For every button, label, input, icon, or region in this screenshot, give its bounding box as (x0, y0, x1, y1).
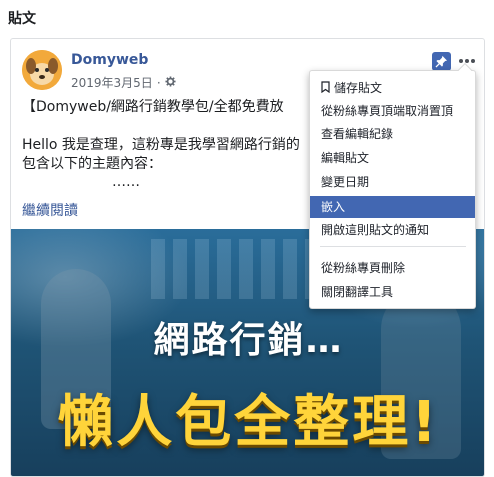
section-title: 貼文 (8, 11, 36, 27)
post-text-line: Hello 我是查理，這粉專是我學習網路行銷的 (22, 137, 300, 153)
meta-separator: · (156, 75, 161, 90)
menu-item-edit-history[interactable]: 查看編輯紀錄 (310, 123, 475, 145)
menu-item-change-date[interactable]: 變更日期 (310, 171, 475, 193)
menu-item-delete-from-page[interactable]: 從粉絲專頁刪除 (310, 257, 475, 279)
post-text-line: …… (112, 174, 140, 190)
page-name[interactable]: Domyweb (71, 52, 148, 68)
post-options-menu: 儲存貼文 從粉絲專頁頂端取消置頂 查看編輯紀錄 編輯貼文 變更日期 嵌入 開啟這… (309, 62, 476, 309)
post-date[interactable]: 2019年3月5日 (71, 74, 153, 91)
banner-headline: 網路行銷… (153, 320, 344, 361)
read-more-link[interactable]: 繼續閱讀 (22, 200, 78, 220)
menu-item-unpin[interactable]: 從粉絲專頁頂端取消置頂 (310, 100, 475, 122)
post-text-line: 包含以下的主題內容： (22, 156, 162, 172)
bookmark-icon (321, 78, 330, 100)
menu-item-embed[interactable]: 嵌入 (310, 196, 475, 218)
avatar[interactable] (22, 50, 62, 90)
menu-item-edit-post[interactable]: 編輯貼文 (310, 147, 475, 169)
post-text-line: 【Domyweb/網路行銷教學包/全都免費放 (22, 99, 284, 115)
post-meta: 2019年3月5日 · (71, 74, 176, 91)
more-dots-icon (459, 59, 475, 63)
menu-item-save-post[interactable]: 儲存貼文 (310, 77, 475, 99)
pinned-post-button[interactable] (432, 52, 451, 71)
banner-subheadline: 懶人包全整理! (57, 390, 440, 455)
pin-icon (435, 55, 448, 68)
gear-icon[interactable] (165, 75, 176, 90)
dog-logo-icon (22, 50, 62, 90)
menu-item-label: 儲存貼文 (334, 81, 383, 95)
menu-item-turn-on-notifications[interactable]: 開啟這則貼文的通知 (310, 219, 475, 241)
menu-divider (320, 246, 466, 247)
menu-item-disable-translation[interactable]: 關閉翻譯工具 (310, 281, 475, 303)
